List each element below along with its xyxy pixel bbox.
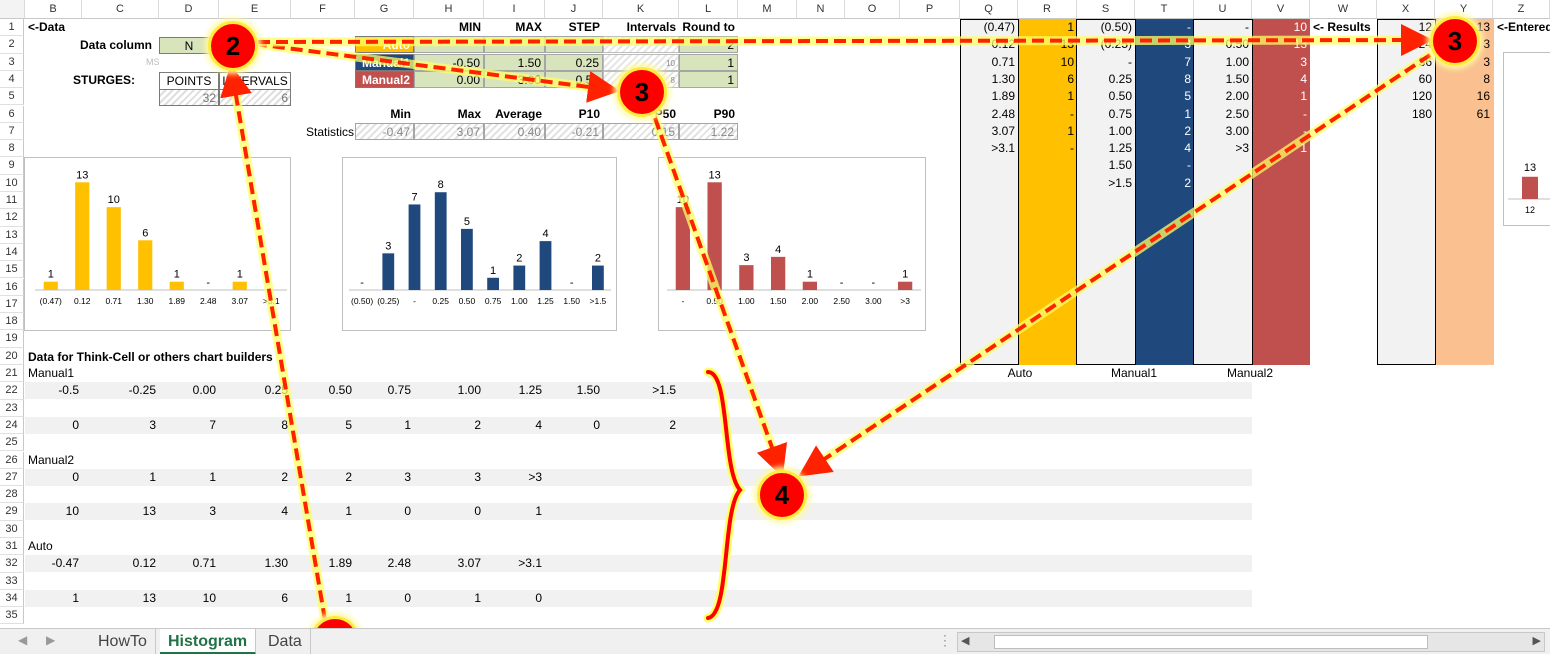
tab-howto[interactable]: HowTo [90, 629, 156, 655]
scroll-tabs-right-icon[interactable]: ▶ [46, 633, 55, 647]
brace [706, 370, 743, 620]
annotation-arrows [220, 24, 1435, 625]
tab-histogram[interactable]: Histogram [160, 629, 257, 655]
arrow-line [653, 117, 788, 478]
arrow-line [220, 64, 327, 621]
arrow-glow [250, 39, 617, 95]
sheet-tab-bar[interactable]: ◀ ▶ HowTo Histogram Data ⋮ ◀ ▶ [0, 628, 1550, 655]
callout-2: 2 [208, 21, 258, 71]
scroll-tabs-left-icon[interactable]: ◀ [18, 633, 27, 647]
callout-4: 4 [757, 470, 807, 520]
scroll-left-icon[interactable]: ◀ [961, 634, 969, 647]
tab-data[interactable]: Data [260, 629, 311, 655]
horizontal-scrollbar[interactable]: ◀ ▶ [957, 632, 1545, 652]
status-bar [0, 654, 1550, 671]
scroll-right-icon[interactable]: ▶ [1533, 634, 1541, 647]
spreadsheet[interactable]: BCDEFGHIJKLMNOPQRSTUVWXYZ 1 2 3 4 5 6 7 8 9 10 11 1… [0, 0, 1550, 671]
scrollbar-thumb[interactable] [994, 635, 1428, 649]
callout-3-a: 3 [617, 67, 667, 117]
tab-splitter-icon[interactable]: ⋮ [938, 632, 952, 649]
callout-3-b: 3 [1430, 16, 1480, 66]
